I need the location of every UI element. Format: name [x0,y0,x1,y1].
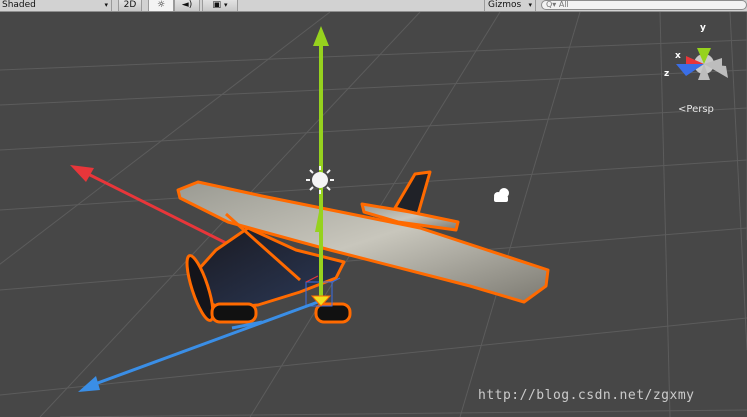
sun-icon: ☼ [156,0,166,10]
shading-mode-dropdown[interactable]: Shaded ▾ [0,0,112,11]
chevron-down-icon: ▾ [104,1,108,9]
gizmo-label-x: x [675,51,681,61]
search-input[interactable]: Q▾ All [541,0,747,10]
search-placeholder: All [558,0,569,9]
airplane-tail-fin [393,170,432,216]
projection-toggle[interactable]: <Persp [678,104,714,115]
orientation-gizmo[interactable]: y x z [664,23,728,80]
shading-mode-label: Shaded [2,0,36,10]
gizmos-label: Gizmos [488,0,522,10]
scene-viewport[interactable]: y x z [0,12,747,417]
toggle-2d-button[interactable]: 2D [118,0,142,11]
airplane-model[interactable] [176,170,550,324]
effects-dropdown-button[interactable]: ▣ ▾ [202,0,238,11]
image-icon: ▣ [212,0,222,10]
scene-toolbar: Shaded ▾ 2D ☼ ◄) ▣ ▾ Gizmos ▾ Q▾ All [0,0,747,12]
airplane-wheel-right [314,302,352,324]
chevron-down-icon: ▾ [223,1,228,9]
audio-source-icon[interactable] [494,188,509,202]
search-icon: Q▾ [546,0,557,9]
airplane-wheel-left [210,302,258,324]
chevron-down-icon: ▾ [528,1,532,9]
gizmo-label-z: z [664,69,669,79]
speaker-icon: ◄) [181,0,193,10]
audio-toggle-button[interactable]: ◄) [174,0,200,11]
lighting-toggle-button[interactable]: ☼ [148,0,174,11]
watermark-text: http://blog.csdn.net/zgxmy [478,388,695,403]
gizmo-label-y: y [700,23,706,33]
z-axis-handle[interactable] [78,300,319,392]
gizmos-dropdown[interactable]: Gizmos ▾ [484,0,536,11]
projection-label: Persp [686,104,714,115]
